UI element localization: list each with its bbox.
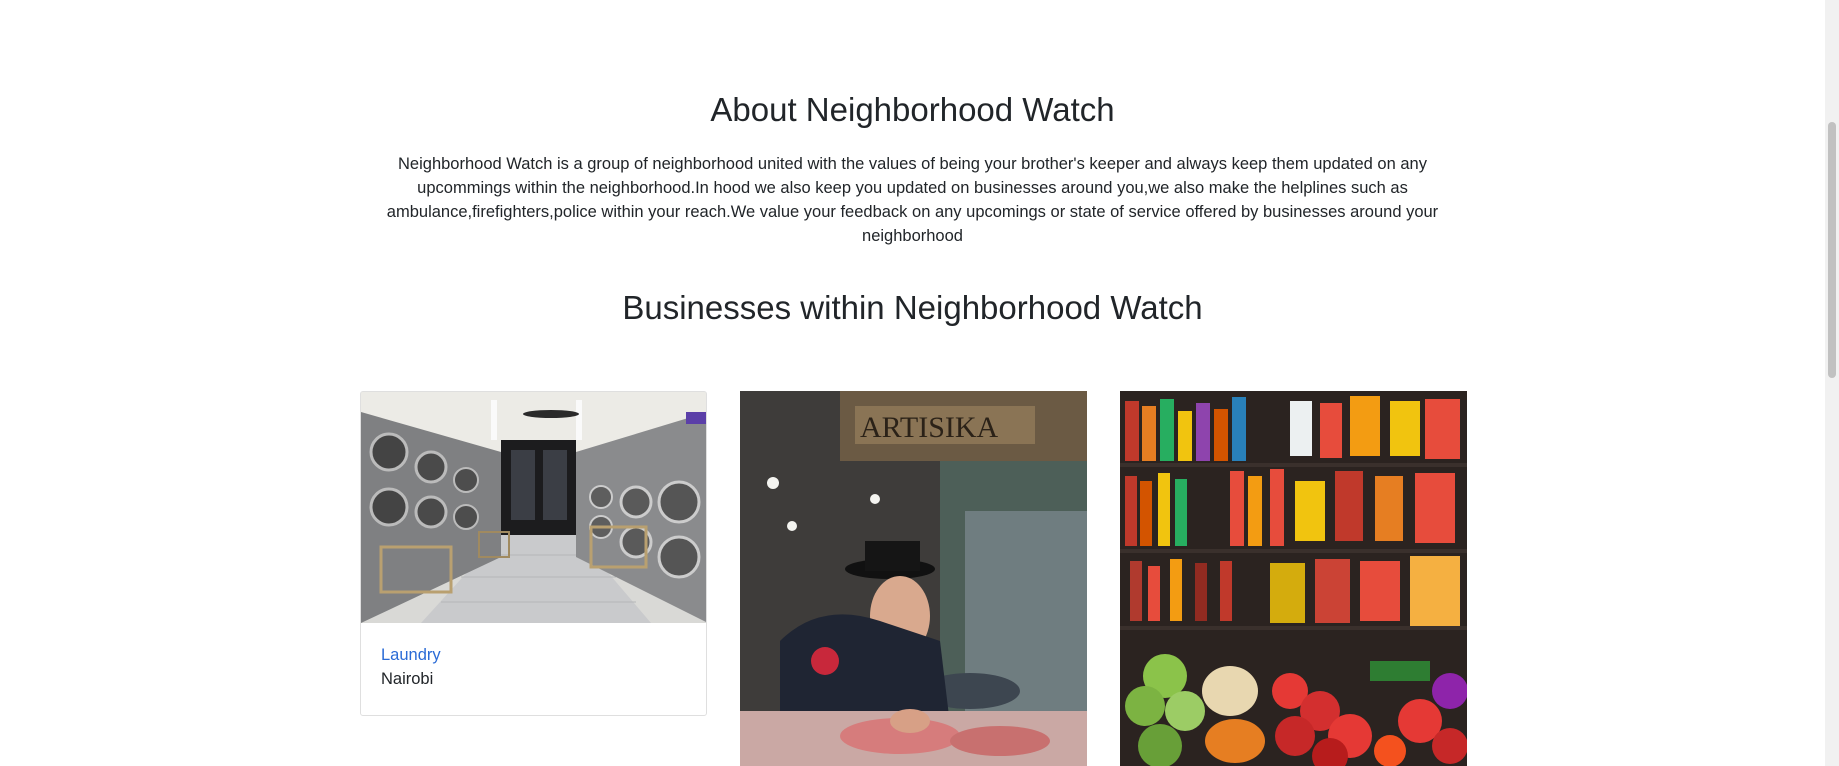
business-card-laundry: Laundry Nairobi [360, 391, 707, 716]
vertical-scrollbar[interactable] [1825, 0, 1839, 766]
page: About Neighborhood Watch Neighborhood Wa… [0, 0, 1839, 766]
main-content: About Neighborhood Watch Neighborhood Wa… [0, 0, 1825, 766]
business-location: Nairobi [381, 670, 434, 688]
about-description: Neighborhood Watch is a group of neighbo… [386, 155, 1439, 245]
card-body: Laundry Nairobi [361, 623, 706, 715]
businesses-title: Businesses within Neighborhood Watch [622, 289, 1203, 326]
scrollbar-thumb[interactable] [1828, 122, 1836, 378]
business-card-butcher: ARTISIKA [740, 391, 1087, 766]
about-title: About Neighborhood Watch [710, 91, 1115, 128]
market-stall-photo [1120, 391, 1467, 766]
svg-text:ARTISIKA: ARTISIKA [860, 411, 999, 444]
business-name-link[interactable]: Laundry [381, 643, 686, 667]
butcher-photo: ARTISIKA [740, 391, 1087, 766]
laundromat-photo [361, 392, 706, 623]
business-card-market [1120, 391, 1467, 766]
